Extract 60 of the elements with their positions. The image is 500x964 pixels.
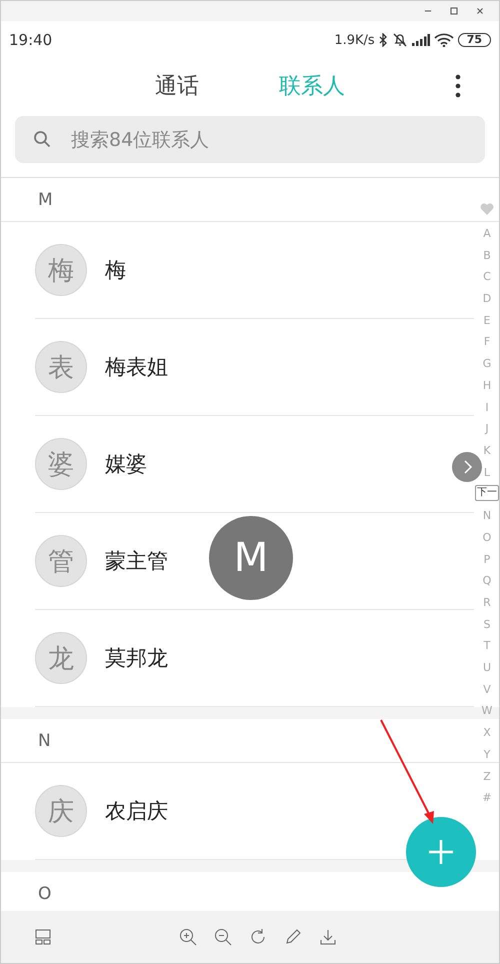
index-letter[interactable]: I: [485, 396, 489, 418]
index-letter[interactable]: V: [483, 678, 491, 700]
wifi-icon: [434, 33, 454, 47]
index-letter[interactable]: A: [483, 223, 491, 245]
index-letter[interactable]: #: [482, 787, 492, 809]
index-letter[interactable]: P: [484, 548, 490, 570]
contact-avatar: 梅: [35, 244, 87, 296]
index-letter[interactable]: D: [482, 288, 492, 310]
plus-icon: [429, 840, 453, 864]
contact-avatar: 管: [35, 535, 87, 587]
tab[interactable]: 通话: [135, 71, 219, 101]
contact-item[interactable]: 梅 梅: [35, 222, 474, 319]
more-menu-icon[interactable]: [455, 74, 461, 98]
index-letter[interactable]: J: [485, 418, 489, 440]
thumbnails-icon[interactable]: [35, 929, 51, 945]
close-icon[interactable]: [475, 6, 485, 16]
muted-bell-icon: [392, 33, 408, 47]
index-letter[interactable]: Z: [483, 766, 491, 788]
index-letter[interactable]: U: [482, 657, 492, 679]
search-field[interactable]: 搜索84位联系人: [15, 116, 485, 163]
network-speed: 1.9K/s: [334, 32, 375, 48]
contact-item[interactable]: 表 梅表姐: [35, 319, 474, 416]
chevron-right-icon[interactable]: [452, 452, 482, 482]
index-letter[interactable]: E: [484, 310, 490, 332]
contact-avatar: 表: [35, 341, 87, 393]
index-letter[interactable]: X: [483, 722, 491, 744]
tab[interactable]: 联系人: [259, 71, 365, 101]
tooltip: 下一: [475, 485, 499, 502]
index-letter[interactable]: R: [483, 592, 491, 614]
index-letter[interactable]: L: [484, 462, 490, 484]
bluetooth-icon: [378, 33, 388, 47]
index-letter[interactable]: F: [484, 331, 490, 354]
signal-icon: [412, 34, 430, 46]
index-letter[interactable]: K: [483, 440, 491, 462]
contact-avatar: 婆: [35, 438, 87, 490]
index-letter[interactable]: O: [482, 526, 492, 549]
index-letter[interactable]: Y: [484, 744, 490, 766]
maximize-icon[interactable]: [449, 6, 459, 16]
status-time: 19:40: [9, 31, 52, 49]
rotate-icon[interactable]: [249, 928, 267, 946]
index-letter[interactable]: H: [482, 374, 492, 396]
battery-level: 75: [458, 33, 491, 47]
index-letter[interactable]: B: [483, 244, 491, 266]
section-letter: N: [38, 730, 51, 750]
zoom-out-icon[interactable]: [214, 928, 232, 946]
contact-avatar: 庆: [35, 785, 87, 837]
section-letter: M: [38, 190, 53, 210]
pencil-icon[interactable]: [284, 928, 302, 946]
contact-avatar: 龙: [35, 632, 87, 684]
index-letter[interactable]: Q: [482, 570, 492, 592]
section-letter: O: [38, 884, 52, 904]
index-letter[interactable]: T: [484, 635, 490, 658]
index-letter[interactable]: W: [482, 700, 492, 722]
index-letter[interactable]: N: [482, 505, 492, 527]
index-letter[interactable]: G: [482, 353, 492, 375]
index-letter[interactable]: C: [483, 266, 491, 288]
index-letter[interactable]: S: [484, 614, 490, 636]
zoom-in-icon[interactable]: [179, 928, 197, 946]
download-icon[interactable]: [319, 928, 337, 946]
letter-bubble: M: [209, 516, 293, 600]
